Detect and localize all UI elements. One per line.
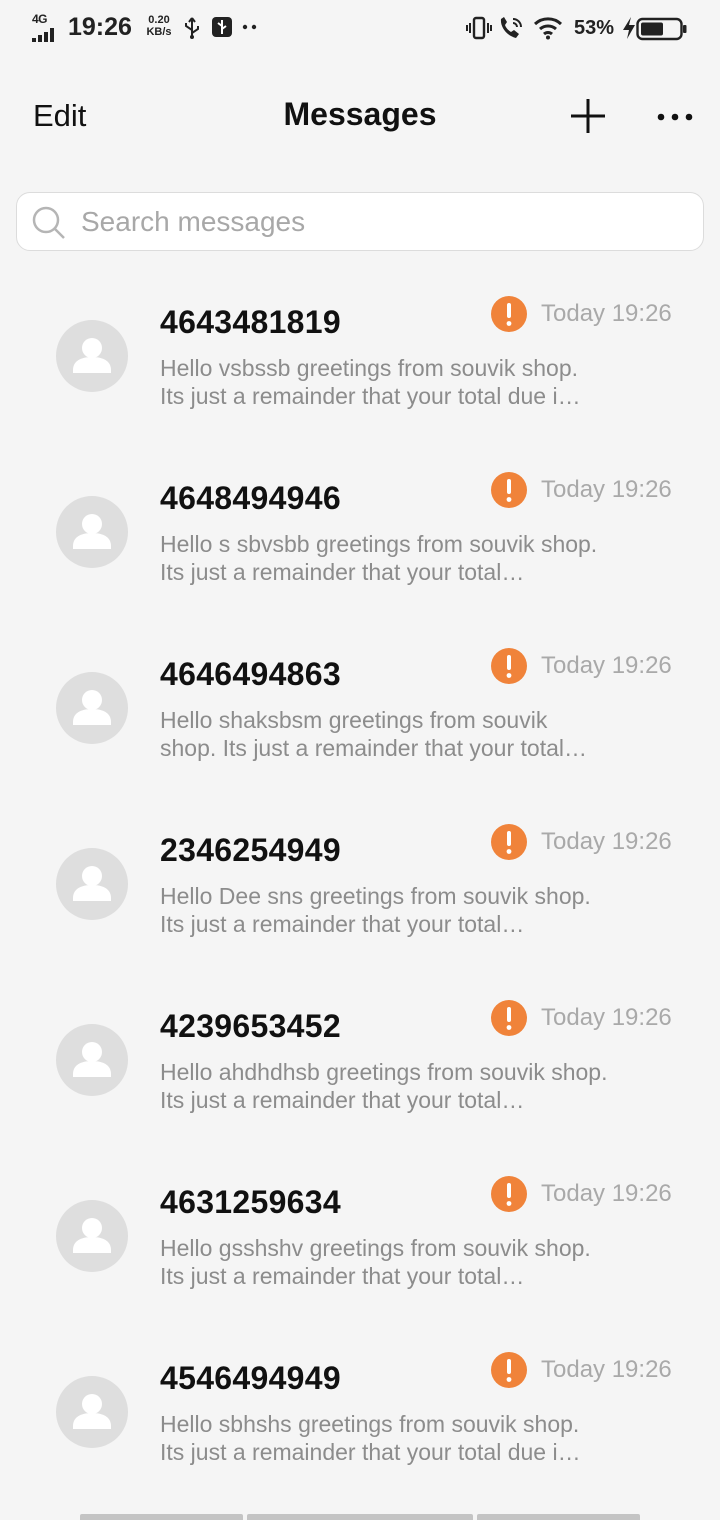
message-sender: 4239653452	[160, 1008, 341, 1044]
person-icon	[73, 1042, 111, 1077]
avatar	[56, 848, 128, 920]
message-sender: 4646494863	[160, 656, 341, 692]
battery-percent: 53%	[574, 17, 615, 39]
search-input[interactable]	[81, 206, 681, 238]
message-preview: Hello Dee sns greetings from souvik shop…	[160, 883, 591, 937]
avatar	[56, 1024, 128, 1096]
alert-icon[interactable]	[491, 824, 527, 860]
message-preview: Hello vsbssb greetings from souvik shop.…	[160, 355, 581, 409]
bottom-tab-segment[interactable]	[247, 1514, 473, 1520]
network-speed-value: 0.20	[148, 14, 170, 26]
message-preview: Hello gsshshv greetings from souvik shop…	[160, 1235, 591, 1289]
message-time: Today 19:26	[541, 652, 672, 679]
app-header: Edit Messages	[0, 80, 720, 155]
avatar	[56, 1376, 128, 1448]
person-icon	[73, 1218, 111, 1253]
more-icon[interactable]	[655, 110, 695, 124]
wifi-icon	[533, 17, 563, 40]
alert-icon[interactable]	[491, 1176, 527, 1212]
avatar	[56, 496, 128, 568]
vibrate-icon	[466, 16, 492, 40]
alert-icon[interactable]	[491, 1352, 527, 1388]
status-bar: 4G 19:26 0.20 KB/s 53%	[0, 0, 720, 58]
message-time: Today 19:26	[541, 1180, 672, 1207]
avatar	[56, 320, 128, 392]
message-row[interactable]: 2346254949 Today 19:26 Hello Dee sns gre…	[0, 790, 720, 966]
message-row[interactable]: 4648494946 Today 19:26 Hello s sbvsbb gr…	[0, 438, 720, 614]
message-time: Today 19:26	[541, 1004, 672, 1031]
more-notifications-icon	[242, 24, 257, 30]
person-icon	[73, 690, 111, 725]
messages-screen: 4G 19:26 0.20 KB/s 53% Edit Messages Sea…	[0, 0, 720, 1520]
alert-icon[interactable]	[491, 648, 527, 684]
bottom-tab-segment[interactable]	[477, 1514, 640, 1520]
network-speed-unit: KB/s	[146, 26, 172, 38]
message-preview: Hello sbhshs greetings from souvik shop.…	[160, 1411, 581, 1465]
message-list: 4643481819 Today 19:26 Hello vsbssb gree…	[0, 262, 720, 1494]
network-type: 4G	[32, 12, 48, 26]
message-preview: Hello shaksbsm greetings from souvik sho…	[160, 707, 587, 761]
message-row[interactable]: 4646494863 Today 19:26 Hello shaksbsm gr…	[0, 614, 720, 790]
person-icon	[73, 866, 111, 901]
person-icon	[73, 338, 111, 373]
signal-bars-icon	[32, 28, 54, 42]
message-row[interactable]: 4643481819 Today 19:26 Hello vsbssb gree…	[0, 262, 720, 438]
avatar	[56, 1200, 128, 1272]
message-sender: 2346254949	[160, 832, 341, 868]
message-sender: 4648494946	[160, 480, 341, 516]
plus-icon[interactable]	[568, 96, 608, 136]
search-bar[interactable]	[16, 192, 704, 251]
message-sender: 4643481819	[160, 304, 341, 340]
alert-icon[interactable]	[491, 296, 527, 332]
page-title: Messages	[283, 96, 437, 132]
wifi-calling-icon	[500, 17, 522, 38]
message-time: Today 19:26	[541, 1356, 672, 1383]
message-time: Today 19:26	[541, 300, 672, 327]
status-time: 19:26	[68, 13, 132, 41]
message-preview: Hello ahdhdhsb greetings from souvik sho…	[160, 1059, 608, 1113]
person-icon	[73, 514, 111, 549]
usb-debug-icon	[212, 17, 232, 37]
person-icon	[73, 1394, 111, 1429]
network-speed: 0.20 KB/s	[143, 14, 175, 38]
message-time: Today 19:26	[541, 828, 672, 855]
battery-icon	[636, 17, 687, 41]
message-row[interactable]: 4631259634 Today 19:26 Hello gsshshv gre…	[0, 1142, 720, 1318]
search-icon	[32, 206, 65, 239]
bottom-tab-segment[interactable]	[80, 1514, 243, 1520]
alert-icon[interactable]	[491, 1000, 527, 1036]
network-indicator: 4G	[32, 12, 62, 42]
usb-icon	[185, 17, 199, 39]
bottom-tab-bar	[80, 1514, 640, 1520]
message-sender: 4631259634	[160, 1184, 341, 1220]
message-row[interactable]: 4546494949 Today 19:26 Hello sbhshs gree…	[0, 1318, 720, 1494]
avatar	[56, 672, 128, 744]
charging-bolt-icon	[623, 17, 635, 39]
message-sender: 4546494949	[160, 1360, 341, 1396]
message-row[interactable]: 4239653452 Today 19:26 Hello ahdhdhsb gr…	[0, 966, 720, 1142]
message-preview: Hello s sbvsbb greetings from souvik sho…	[160, 531, 598, 585]
alert-icon[interactable]	[491, 472, 527, 508]
message-time: Today 19:26	[541, 476, 672, 503]
